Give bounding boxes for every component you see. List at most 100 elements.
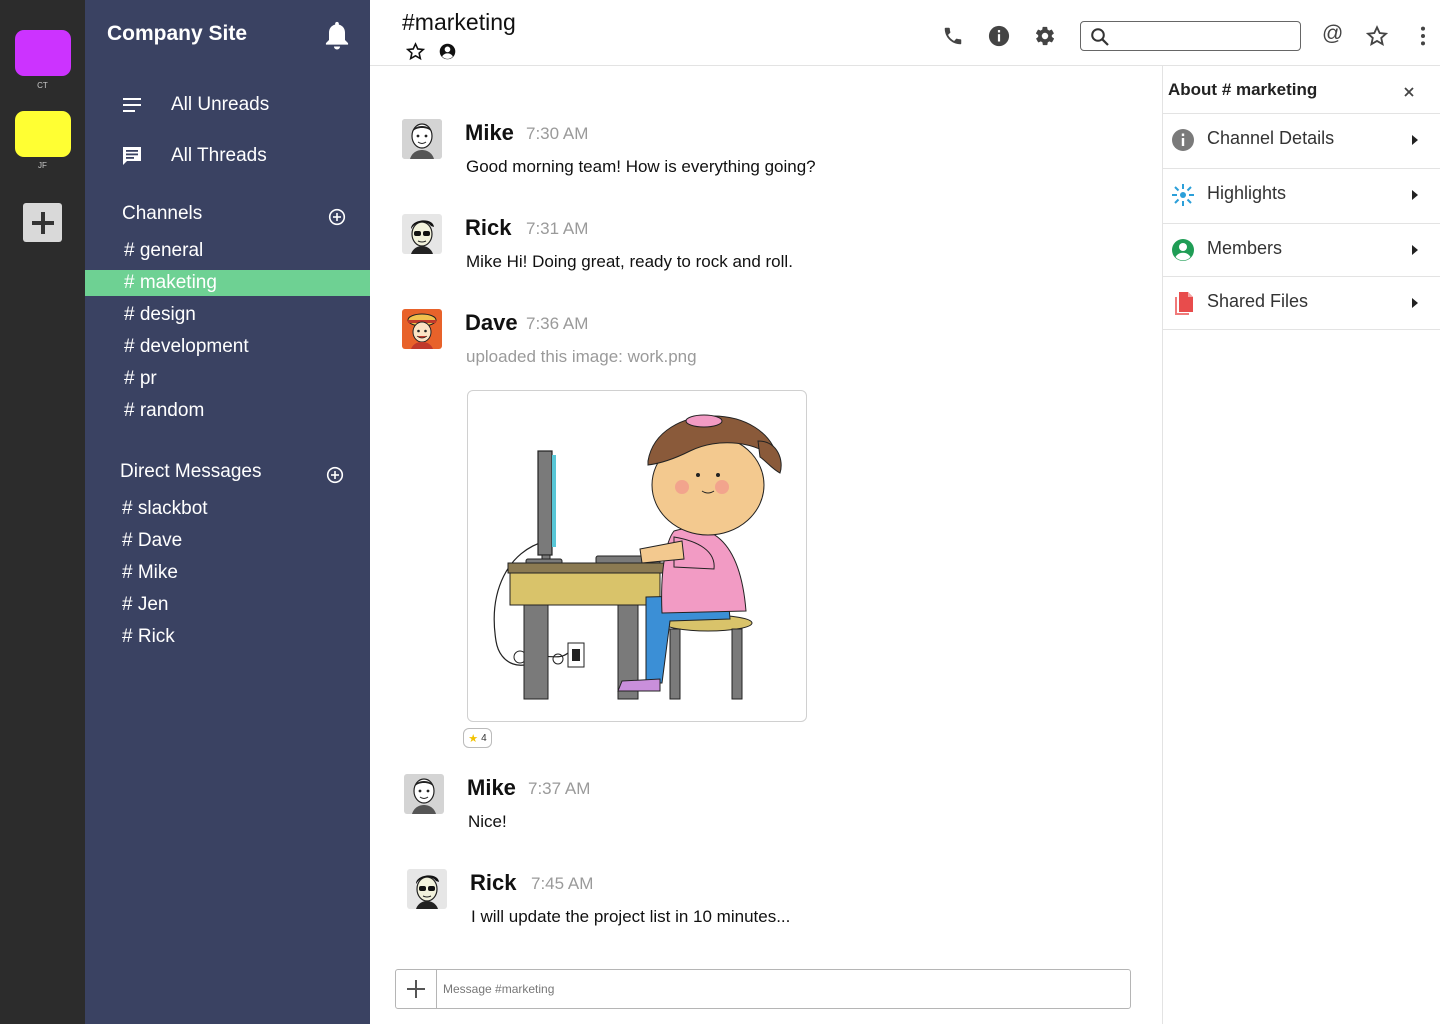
panel-title: About # marketing bbox=[1168, 80, 1318, 99]
message-text: Good morning team! How is everything goi… bbox=[466, 157, 816, 176]
message-time: 7:45 AM bbox=[531, 874, 594, 893]
avatar-rick[interactable] bbox=[402, 214, 442, 254]
workspace-jf-label: JF bbox=[38, 161, 47, 170]
gear-icon[interactable] bbox=[1034, 25, 1056, 47]
avatar-mike[interactable] bbox=[402, 119, 442, 159]
avatar-dave-icon bbox=[402, 309, 442, 349]
channel-label: # pr bbox=[124, 368, 157, 389]
channel-item-development[interactable]: # development bbox=[85, 334, 370, 360]
workspace-ct-button[interactable] bbox=[15, 30, 71, 76]
plus-icon bbox=[31, 211, 54, 234]
message-text: Mike Hi! Doing great, ready to rock and … bbox=[466, 252, 793, 271]
add-channel-icon[interactable] bbox=[328, 208, 346, 226]
channel-title: #marketing bbox=[402, 9, 516, 35]
info-icon[interactable] bbox=[988, 25, 1010, 47]
message-composer bbox=[395, 969, 1131, 1009]
search-box[interactable] bbox=[1080, 21, 1301, 51]
attach-button[interactable] bbox=[396, 970, 437, 1008]
plus-icon bbox=[407, 980, 425, 998]
channel-header: #marketing @ bbox=[370, 0, 1440, 66]
more-vertical-icon[interactable] bbox=[1412, 25, 1434, 47]
dm-label: # Mike bbox=[122, 562, 178, 583]
channel-item-design[interactable]: # design bbox=[85, 302, 370, 328]
avatar-mike-icon bbox=[404, 774, 444, 814]
reaction-star[interactable]: ★ 4 bbox=[463, 728, 492, 748]
reaction-count: 4 bbox=[481, 732, 487, 744]
star-outline-icon[interactable] bbox=[406, 42, 425, 61]
dm-item-rick[interactable]: # Rick bbox=[85, 624, 370, 650]
dm-section-title[interactable]: Direct Messages bbox=[120, 461, 262, 483]
dm-item-jen[interactable]: # Jen bbox=[85, 592, 370, 618]
dm-item-mike[interactable]: # Mike bbox=[85, 560, 370, 586]
dm-label: # Rick bbox=[122, 626, 175, 647]
panel-item-label: Highlights bbox=[1207, 183, 1287, 203]
avatar-mike[interactable] bbox=[404, 774, 444, 814]
channel-label: # maketing bbox=[124, 272, 217, 293]
nav-label: All Unreads bbox=[171, 94, 270, 115]
caret-right-icon bbox=[1412, 190, 1418, 200]
members-icon bbox=[1172, 239, 1194, 261]
channels-section-title[interactable]: Channels bbox=[122, 203, 202, 225]
panel-item-members[interactable]: Members bbox=[1163, 223, 1440, 277]
message-author[interactable]: Rick bbox=[470, 870, 516, 896]
info-icon bbox=[1172, 129, 1194, 151]
avatar-rick-icon bbox=[407, 869, 447, 909]
sidebar: Company Site All Unreads All Threads Cha… bbox=[85, 0, 370, 1024]
files-icon bbox=[1175, 292, 1193, 315]
caret-right-icon bbox=[1412, 298, 1418, 308]
workspace-ct-label: CT bbox=[37, 81, 48, 90]
nav-all-threads[interactable]: All Threads bbox=[121, 145, 267, 167]
avatar-rick[interactable] bbox=[407, 869, 447, 909]
search-input[interactable] bbox=[1117, 26, 1292, 46]
dm-item-dave[interactable]: # Dave bbox=[85, 528, 370, 554]
nav-all-unreads[interactable]: All Unreads bbox=[121, 94, 269, 116]
workspace-jf-button[interactable] bbox=[15, 111, 71, 157]
phone-icon[interactable] bbox=[942, 25, 964, 47]
close-icon[interactable] bbox=[1399, 82, 1419, 102]
reaction-emoji: ★ bbox=[468, 732, 479, 745]
dm-item-slackbot[interactable]: # slackbot bbox=[85, 496, 370, 522]
team-name[interactable]: Company Site bbox=[107, 22, 247, 46]
caret-right-icon bbox=[1412, 245, 1418, 255]
message-author[interactable]: Rick bbox=[465, 215, 511, 241]
add-workspace-button[interactable] bbox=[23, 203, 62, 242]
avatar-rick-icon bbox=[402, 214, 442, 254]
message-time: 7:37 AM bbox=[528, 779, 591, 798]
message-author[interactable]: Mike bbox=[465, 120, 514, 146]
nav-label: All Threads bbox=[171, 145, 267, 166]
mentions-button[interactable]: @ bbox=[1322, 22, 1343, 46]
panel-item-shared-files[interactable]: Shared Files bbox=[1163, 276, 1440, 330]
highlights-icon bbox=[1172, 184, 1194, 206]
panel-divider bbox=[1163, 329, 1440, 330]
avatar-dave[interactable] bbox=[402, 309, 442, 349]
channel-item-random[interactable]: # random bbox=[85, 398, 370, 424]
channel-item-pr[interactable]: # pr bbox=[85, 366, 370, 392]
panel-item-label: Members bbox=[1207, 238, 1283, 258]
add-dm-icon[interactable] bbox=[326, 466, 344, 484]
channel-item-maketing[interactable]: # maketing bbox=[85, 270, 370, 296]
dm-label: # slackbot bbox=[122, 498, 208, 519]
panel-item-label: Channel Details bbox=[1207, 128, 1335, 148]
channel-label: # general bbox=[124, 240, 204, 261]
message-time: 7:30 AM bbox=[526, 124, 589, 143]
avatar-mike-icon bbox=[402, 119, 442, 159]
message-time: 7:31 AM bbox=[526, 219, 589, 238]
upload-note: uploaded this image: work.png bbox=[466, 347, 697, 366]
uploaded-image-work-png[interactable] bbox=[467, 390, 807, 722]
message-author[interactable]: Mike bbox=[467, 775, 516, 801]
message-text: Nice! bbox=[468, 812, 507, 831]
bell-icon[interactable] bbox=[322, 20, 352, 52]
panel-item-label: Shared Files bbox=[1207, 291, 1309, 311]
message-input[interactable] bbox=[443, 979, 1113, 999]
panel-item-highlights[interactable]: Highlights bbox=[1163, 168, 1440, 222]
channel-label: # design bbox=[124, 304, 196, 325]
member-icon[interactable] bbox=[439, 43, 456, 60]
panel-item-channel-details[interactable]: Channel Details bbox=[1163, 113, 1440, 167]
message-author[interactable]: Dave bbox=[465, 310, 518, 336]
dm-label: # Dave bbox=[122, 530, 183, 551]
saved-star-icon[interactable] bbox=[1366, 25, 1388, 47]
caret-right-icon bbox=[1412, 135, 1418, 145]
message-time: 7:36 AM bbox=[526, 314, 589, 333]
channel-item-general[interactable]: # general bbox=[85, 238, 370, 264]
dm-label: # Jen bbox=[122, 594, 169, 615]
